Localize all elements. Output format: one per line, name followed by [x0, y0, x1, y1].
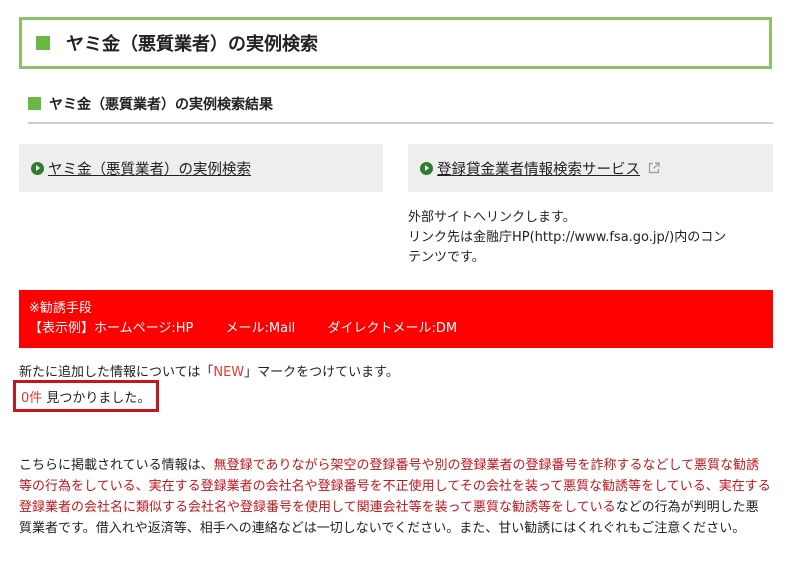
warning-text: こちらに掲載されている情報は、無登録でありながら架空の登録番号や別の登録業者の登… [19, 455, 771, 539]
registered-lender-search-link-box[interactable]: 登録貸金業者情報検索サービス [408, 144, 773, 192]
legend-direct-mail: ダイレクトメール:DM [327, 321, 458, 336]
solicitation-legend: ※勧誘手段 【表示例】ホームページ:HP メール:Mail ダイレクトメール:D… [19, 290, 773, 348]
result-text: 見つかりました。 [46, 390, 151, 406]
section-heading-text: ヤミ金（悪質業者）の実例検索結果 [49, 97, 273, 113]
external-note-line: 外部サイトへリンクします。 [408, 210, 576, 225]
green-square-icon [28, 97, 41, 110]
search-examples-link-box[interactable]: ヤミ金（悪質業者）の実例検索 [19, 144, 383, 192]
external-link-icon [648, 162, 660, 174]
result-count-box: 0件 見つかりました。 [13, 380, 159, 412]
new-notice-after: 」マークをつけています。 [244, 365, 399, 380]
external-link-note: 外部サイトへリンクします。 リンク先は金融庁HP(http://www.fsa.… [408, 208, 778, 268]
registered-lender-search-link[interactable]: 登録貸金業者情報検索サービス [437, 158, 640, 179]
legend-homepage: 【表示例】ホームページ:HP [29, 321, 194, 336]
section-heading: ヤミ金（悪質業者）の実例検索結果 [28, 94, 773, 124]
external-note-line: テンツです。 [408, 250, 485, 265]
circle-arrow-icon [420, 161, 433, 175]
page-title: ヤミ金（悪質業者）の実例検索 [66, 34, 318, 55]
new-badge: NEW [213, 365, 245, 380]
external-note-line: リンク先は金融庁HP(http://www.fsa.go.jp/)内のコン [408, 230, 727, 245]
new-notice-before: 新たに追加した情報については「 [19, 365, 214, 380]
page-title-box: ヤミ金（悪質業者）の実例検索 [19, 17, 772, 69]
solicitation-heading: ※勧誘手段 [29, 301, 92, 316]
legend-mail: メール:Mail [225, 321, 296, 336]
search-examples-link[interactable]: ヤミ金（悪質業者）の実例検索 [48, 158, 251, 179]
solicitation-examples: 【表示例】ホームページ:HP メール:Mail ダイレクトメール:DM [29, 319, 763, 339]
circle-arrow-icon [31, 161, 44, 175]
green-square-icon [36, 36, 50, 50]
warning-prefix: こちらに掲載されている情報は、 [19, 458, 214, 473]
result-count: 0件 [21, 390, 43, 406]
